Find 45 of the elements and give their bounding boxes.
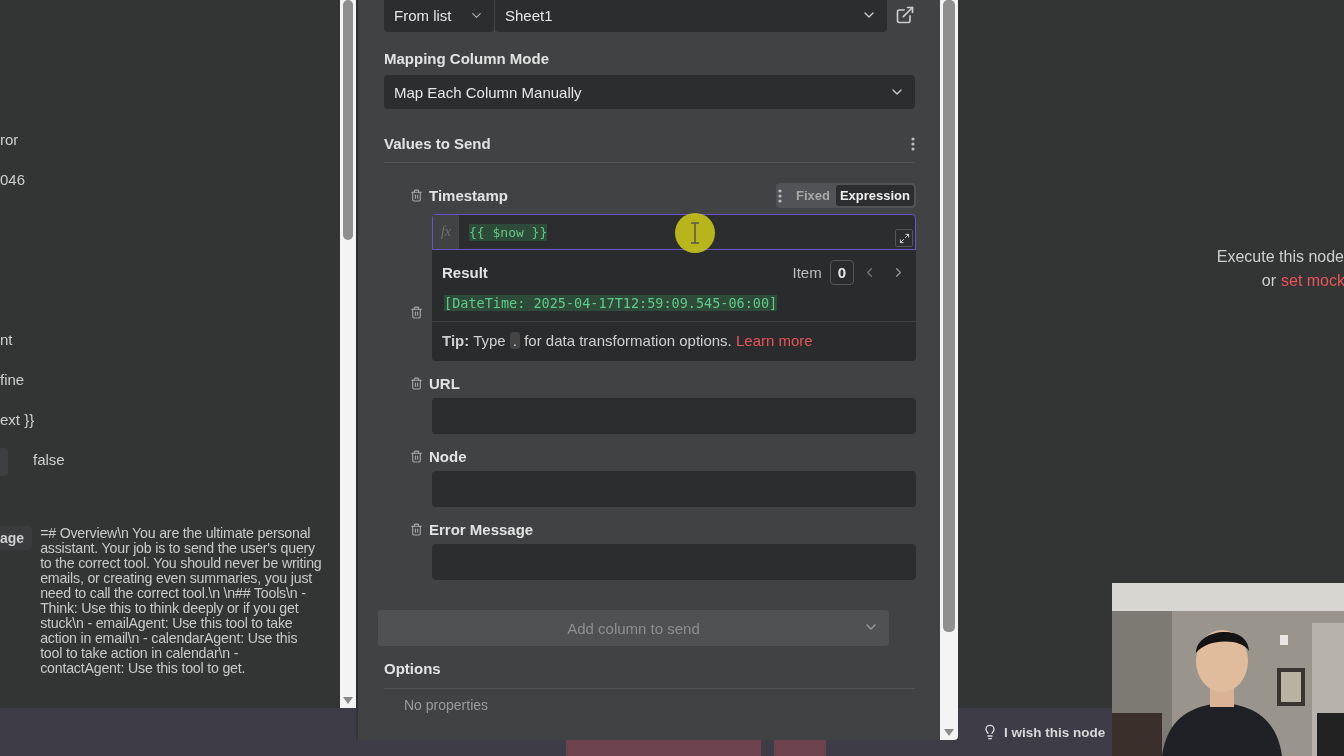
field-label: Error Message [429, 521, 534, 538]
parameter-value: false [33, 450, 65, 470]
footer-button[interactable] [774, 740, 826, 756]
result-value: [DateTime: 2025-04-17T12:59:09.545-06:00] [444, 295, 778, 311]
footer-button[interactable] [566, 740, 761, 756]
system-message-text: =# Overview\n You are the ultimate personal assistant. Your job is to send the user's query to the correct tool. You should never be writing emails, or creating even summaries, you just need to call the correct tool.\n \n## Tools\n - Think: Use this to think deeply or if you get stuck\n - emailAgent: Use this tool to take action in email\n - calendarAgent: Use this tool to take action in calendar\n - contactAgent: Use this tool to get. [40, 526, 323, 676]
field-label: URL [429, 375, 460, 392]
sheet-dropdown[interactable]: Sheet1 [495, 0, 887, 32]
trash-icon [410, 377, 423, 390]
output-hint-text: or [1261, 271, 1276, 291]
trash-icon [410, 450, 423, 463]
field-label: Mapping Column Mode [384, 50, 550, 67]
mapping-mode-dropdown[interactable]: Map Each Column Manually [384, 75, 915, 109]
result-label: Result [442, 264, 488, 281]
more-icon [911, 136, 915, 151]
parameter-label: age [0, 526, 33, 550]
empty-options-text: No properties [404, 697, 490, 713]
parameter-label: nt [0, 330, 13, 350]
field-label: Node [429, 448, 467, 465]
parameter-label: ext }} [0, 410, 35, 430]
parameter-label: ror [0, 130, 19, 150]
item-index-field[interactable]: 0 [829, 260, 854, 285]
scrollbar[interactable] [940, 0, 958, 740]
learn-more-link[interactable]: Learn more [735, 332, 813, 349]
more-icon [777, 188, 782, 203]
mode-tab[interactable]: Expression [835, 185, 914, 206]
trash-icon [410, 189, 423, 202]
parameter-label: fine [0, 370, 25, 390]
trash-icon [410, 306, 423, 319]
tip-text: Tip: Type . for data transformation options. Learn more [432, 321, 916, 361]
feedback-text: I wish this node [1004, 724, 1106, 740]
section-title: Options [384, 660, 441, 677]
item-label: Item [792, 264, 822, 281]
mode-dropdown[interactable]: From list [384, 0, 494, 32]
expand-button[interactable] [895, 229, 913, 247]
external-link-icon [895, 5, 915, 25]
output-hint-text: Execute this node [1216, 247, 1344, 267]
cursor-highlight-icon [673, 211, 717, 255]
trash-icon [410, 523, 423, 536]
section-title: Values to Send [384, 135, 491, 152]
field-label: Timestamp [429, 187, 508, 204]
expression-code: {{ $now }} [469, 223, 548, 241]
lightbulb-icon [982, 724, 998, 740]
scrollbar[interactable] [340, 0, 356, 708]
parameter-label: 046 [0, 170, 26, 190]
